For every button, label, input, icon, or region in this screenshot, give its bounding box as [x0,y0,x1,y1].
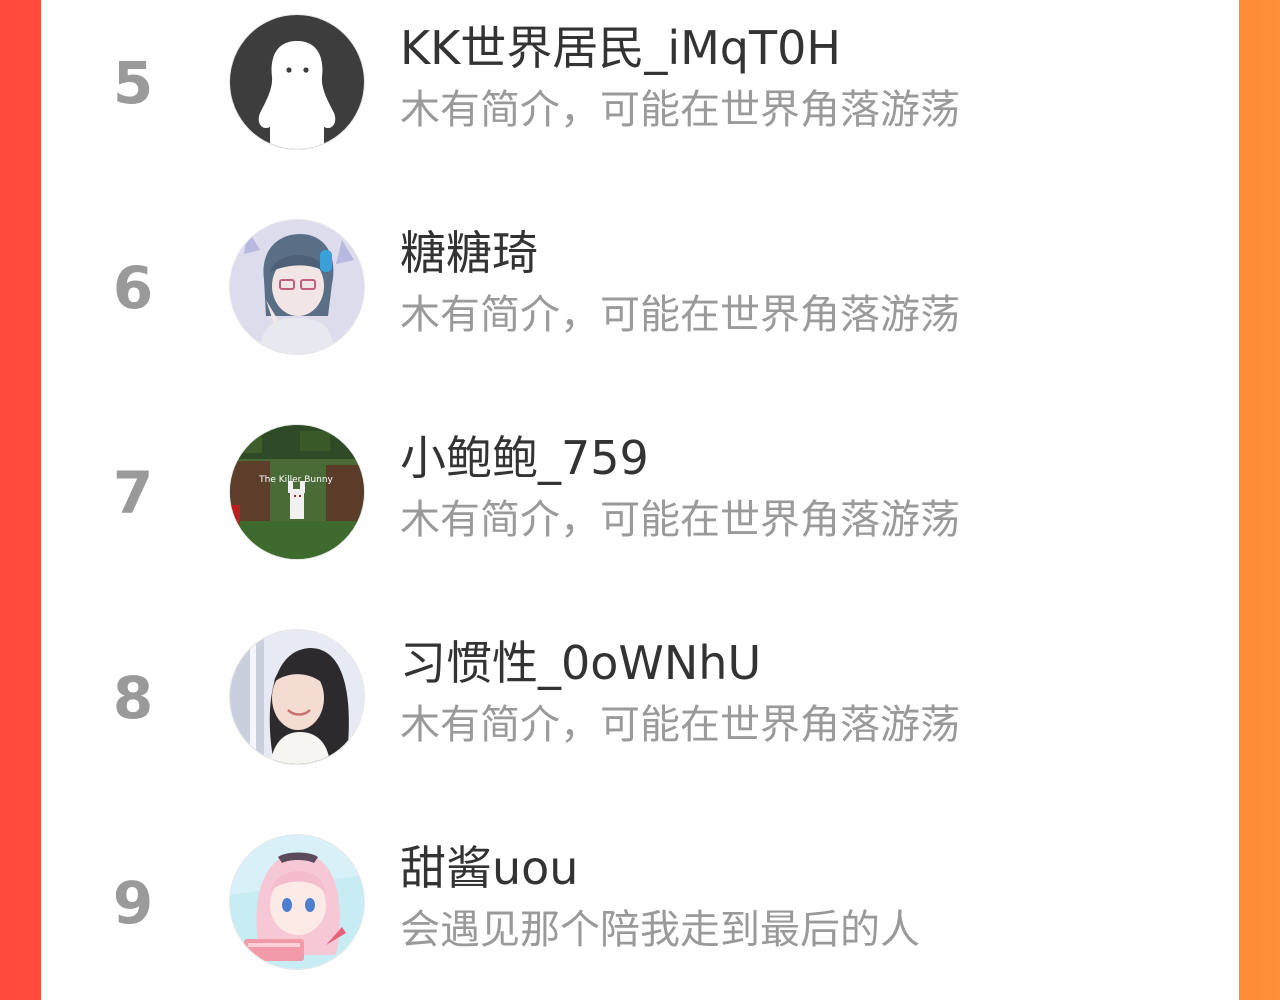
user-avatar[interactable] [230,835,364,969]
ranking-row[interactable]: 5 KK世界居民_iMqT0H 木有简介，可能在世界角落游荡 [41,12,1239,162]
user-name[interactable]: 糖糖琦 [400,223,538,283]
avatar-caption: The Killer Bunny [258,475,333,485]
ranking-row[interactable]: 9 甜酱uou 会遇见那个陪我走到最后的人 [41,832,1239,982]
user-name[interactable]: 小鲍鲍_759 [400,428,649,488]
minecraft-bunny-avatar-icon: The Killer Bunny [230,425,364,559]
rank-number: 7 [112,459,154,527]
rank-number: 8 [112,664,154,732]
user-bio: 木有简介，可能在世界角落游荡 [400,87,960,133]
default-ghost-avatar-icon [230,15,364,149]
user-avatar[interactable] [230,220,364,354]
user-bio: 木有简介，可能在世界角落游荡 [400,702,960,748]
user-avatar[interactable]: The Killer Bunny [230,425,364,559]
ranking-row[interactable]: 7 The Killer Bunny 小鲍鲍_759 木有简介，可能在世界角落游… [41,422,1239,572]
anime-headphones-avatar-icon [230,220,364,354]
rank-number: 6 [112,254,154,322]
user-name[interactable]: 甜酱uou [400,838,578,898]
ranking-row[interactable]: 8 习惯性_0oWNhU 木有简介，可能在世界角落游荡 [41,627,1239,777]
user-bio: 木有简介，可能在世界角落游荡 [400,497,960,543]
user-avatar[interactable] [230,630,364,764]
user-name[interactable]: KK世界居民_iMqT0H [400,18,841,78]
ranking-row[interactable]: 6 糖糖琦 木有简介，可能在世界角落游荡 [41,217,1239,367]
rank-number: 9 [112,869,154,937]
user-name[interactable]: 习惯性_0oWNhU [400,633,761,693]
user-bio: 木有简介，可能在世界角落游荡 [400,292,960,338]
anime-pink-hair-avatar-icon [230,835,364,969]
girl-photo-avatar-icon [230,630,364,764]
ranking-panel: 5 KK世界居民_iMqT0H 木有简介，可能在世界角落游荡 6 糖糖琦 木有简… [41,0,1239,1000]
user-bio: 会遇见那个陪我走到最后的人 [400,907,920,953]
user-avatar[interactable] [230,15,364,149]
rank-number: 5 [112,49,154,117]
